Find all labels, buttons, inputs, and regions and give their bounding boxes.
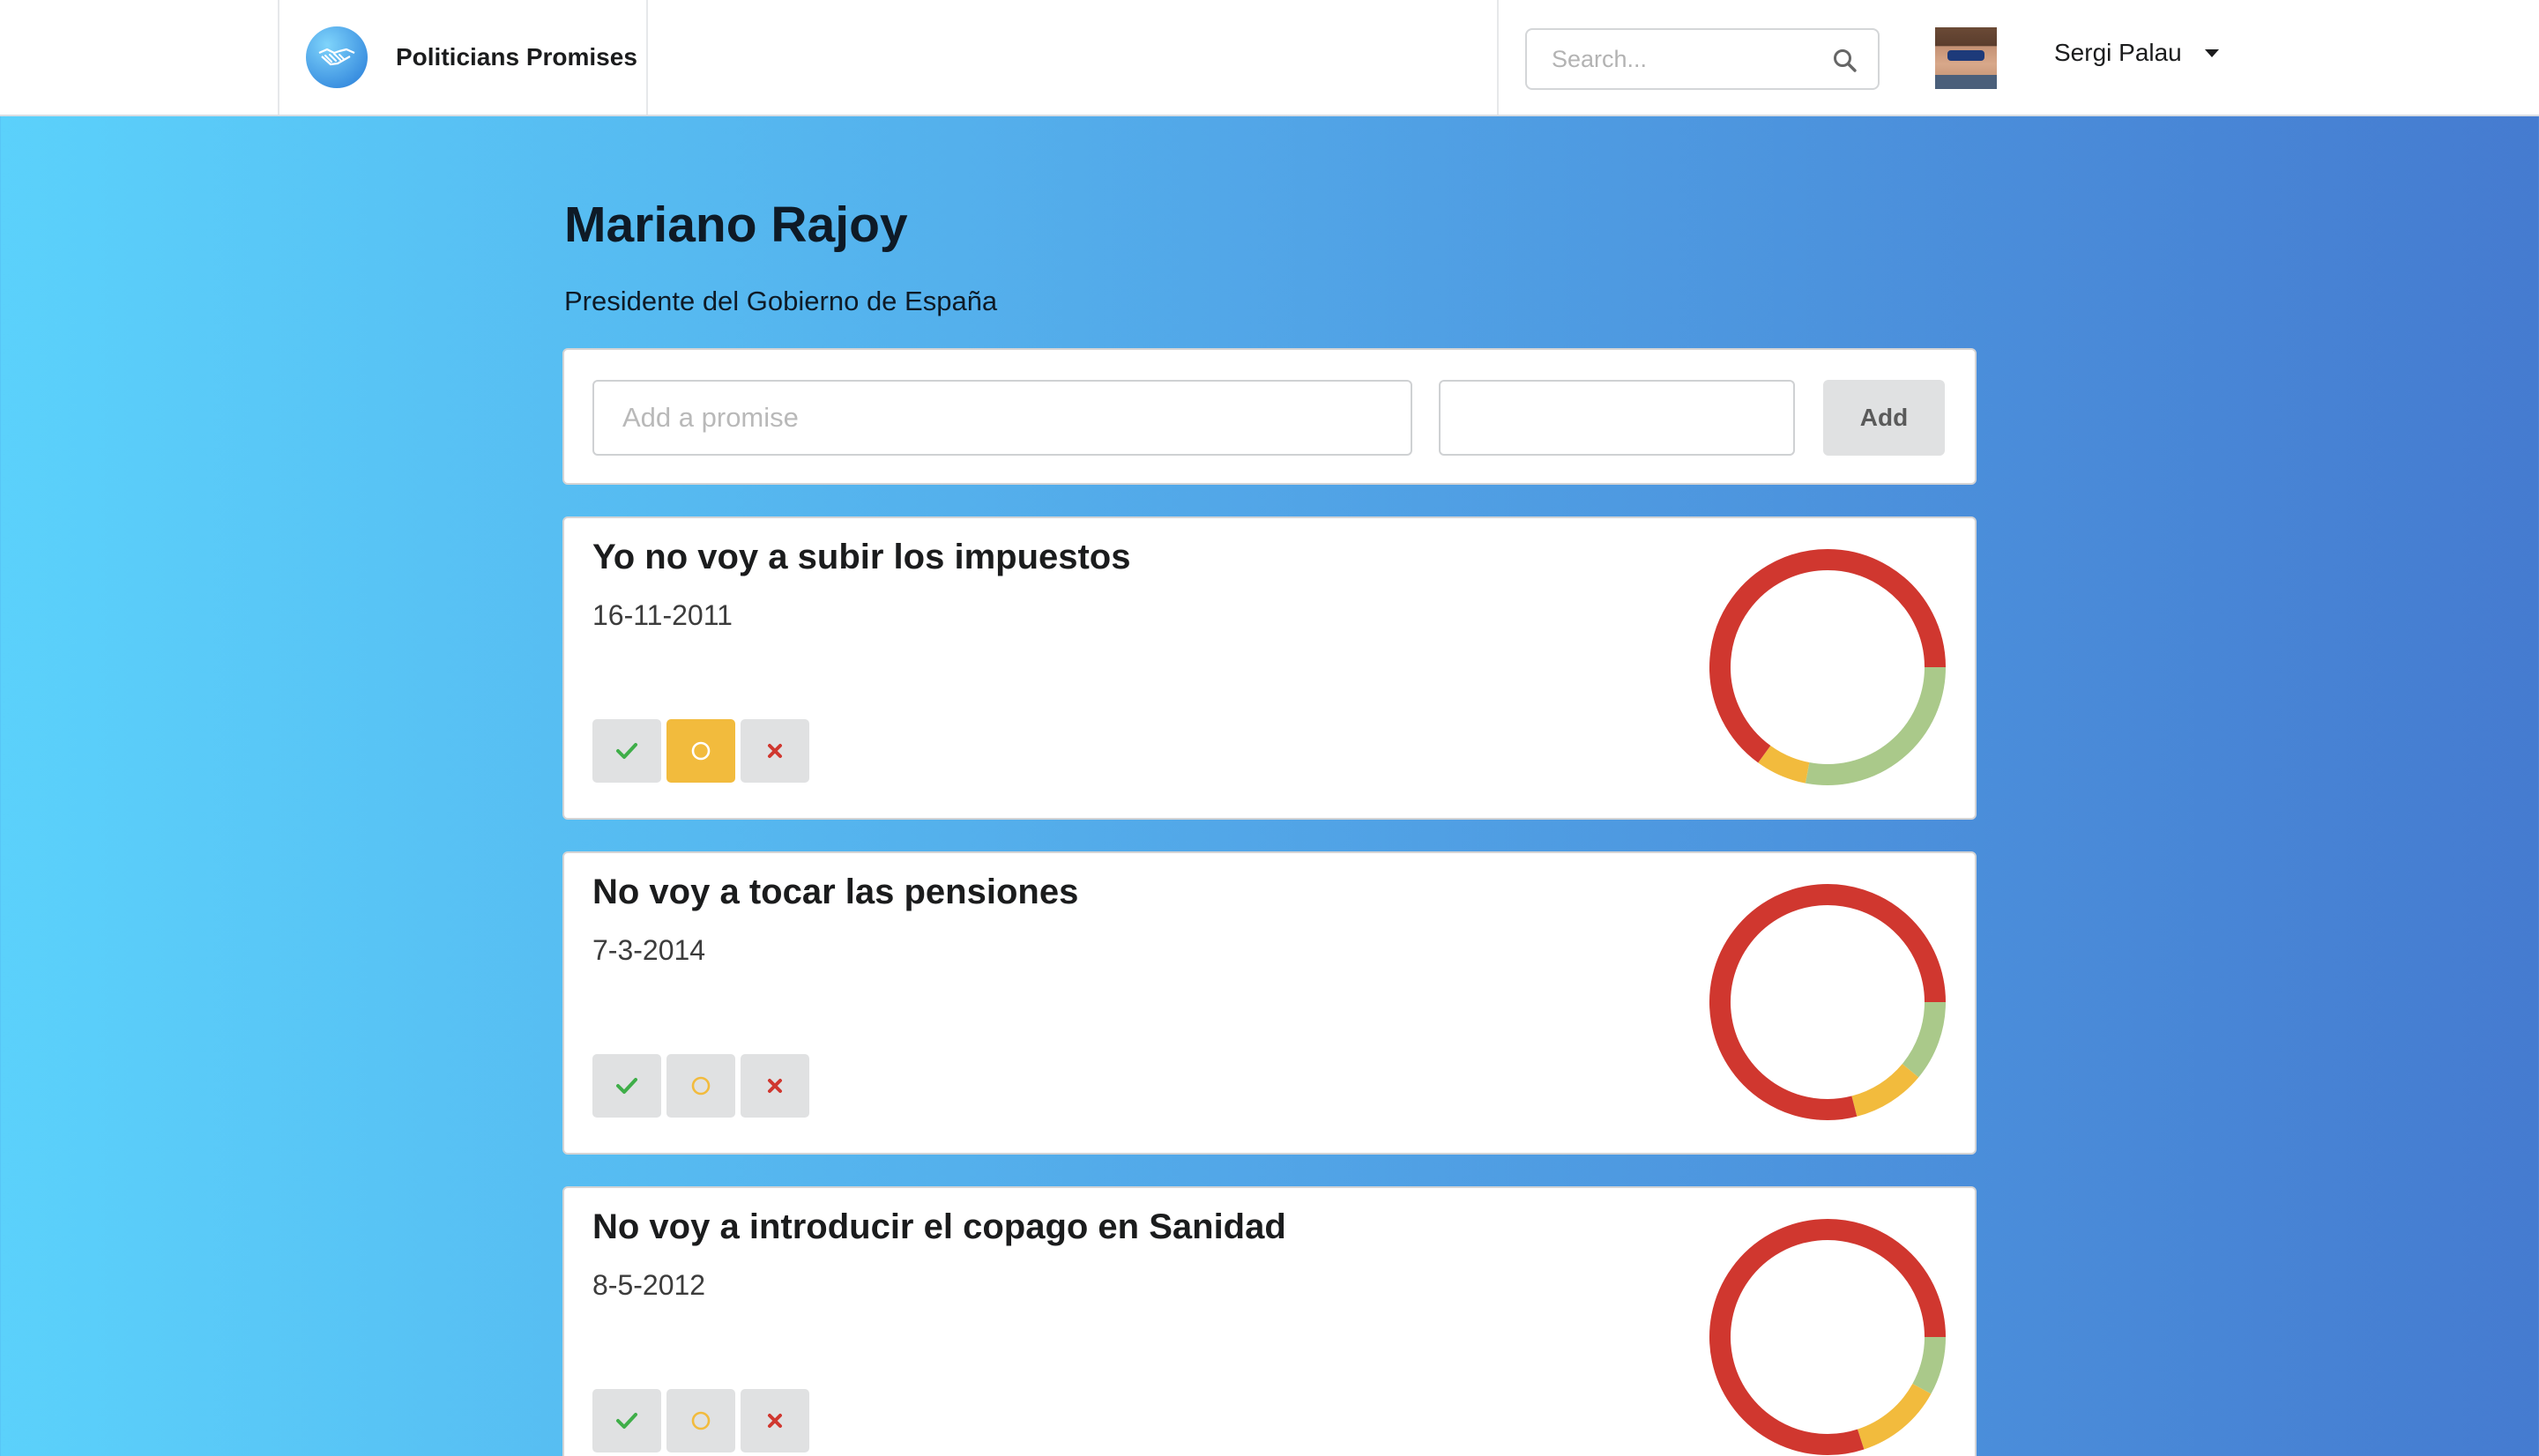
top-navbar: Politicians Promises Sergi Palau — [0, 0, 2539, 116]
search-icon[interactable] — [1832, 48, 1858, 74]
vote-kept-button[interactable] — [592, 719, 661, 783]
promise-title: No voy a introducir el copago en Sanidad — [592, 1207, 1286, 1246]
add-button[interactable]: Add — [1823, 380, 1945, 456]
vote-broken-button[interactable] — [741, 1054, 809, 1118]
avatar-glasses — [1947, 50, 1984, 61]
avatar[interactable] — [1935, 27, 1997, 89]
promise-date: 16-11-2011 — [592, 599, 733, 631]
cross-icon — [768, 744, 782, 758]
promise-input[interactable] — [592, 380, 1412, 456]
vote-kept-button[interactable] — [592, 1389, 661, 1452]
vote-partial-button[interactable] — [666, 1389, 735, 1452]
checkmark-icon — [616, 1413, 637, 1429]
ratings-donut-chart — [1709, 1219, 1946, 1455]
user-menu-dropdown[interactable]: Sergi Palau — [2054, 39, 2219, 67]
vote-kept-button[interactable] — [592, 1054, 661, 1118]
politician-role: Presidente del Gobierno de España — [564, 286, 998, 316]
promise-card: No voy a tocar las pensiones 7-3-2014 — [562, 851, 1977, 1155]
add-promise-form: Add — [562, 348, 1977, 485]
brand-name: Politicians Promises — [396, 43, 637, 71]
user-name: Sergi Palau — [2054, 39, 2182, 66]
avatar-shirt — [1935, 75, 1997, 89]
brand-link[interactable]: Politicians Promises — [278, 0, 646, 115]
donut-segment-green — [1805, 666, 1946, 785]
search-box[interactable] — [1525, 28, 1880, 90]
politician-name: Mariano Rajoy — [564, 197, 908, 253]
donut-segment-green — [1912, 1336, 1946, 1394]
vote-broken-button[interactable] — [741, 1389, 809, 1452]
promise-date: 8-5-2012 — [592, 1269, 706, 1301]
cross-icon — [768, 1079, 782, 1093]
promise-title: No voy a tocar las pensiones — [592, 873, 1079, 911]
handshake-logo-icon — [306, 26, 368, 88]
search-input[interactable] — [1527, 44, 1818, 74]
circle-icon — [691, 741, 711, 761]
donut-segment-yellow — [1851, 1063, 1919, 1117]
checkmark-icon — [616, 1078, 637, 1094]
circle-icon — [691, 1076, 711, 1096]
vote-partial-button[interactable] — [666, 1054, 735, 1118]
ratings-donut-chart — [1709, 549, 1946, 785]
checkmark-icon — [616, 743, 637, 759]
vote-broken-button[interactable] — [741, 719, 809, 783]
caret-down-icon — [2204, 48, 2219, 57]
ratings-donut-chart — [1709, 884, 1946, 1120]
promise-date-input[interactable] — [1439, 380, 1795, 456]
donut-segment-yellow — [1857, 1383, 1932, 1450]
promise-card: No voy a introducir el copago en Sanidad… — [562, 1186, 1977, 1456]
circle-icon — [691, 1411, 711, 1430]
promise-date: 7-3-2014 — [592, 934, 706, 966]
promise-card: Yo no voy a subir los impuestos 16-11-20… — [562, 516, 1977, 820]
donut-segment-green — [1902, 1001, 1946, 1078]
nav-divider — [1497, 0, 1499, 115]
vote-partial-button[interactable] — [666, 719, 735, 783]
promise-title: Yo no voy a subir los impuestos — [592, 538, 1131, 576]
donut-segment-yellow — [1758, 745, 1810, 784]
cross-icon — [768, 1414, 782, 1428]
donut-segment-red — [1709, 549, 1946, 763]
nav-divider — [646, 0, 648, 115]
